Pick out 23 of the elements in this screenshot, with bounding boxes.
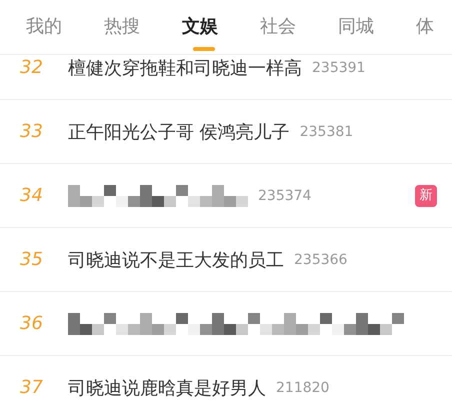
heat-count: 235366 (294, 252, 348, 268)
category-tab[interactable]: 我的 (26, 7, 104, 47)
category-tab[interactable]: 同城 (338, 7, 416, 47)
new-badge: 新 (415, 185, 437, 207)
rank-number: 33 (20, 121, 44, 142)
topic-title[interactable]: 司晓迪说鹿晗真是好男人 (68, 376, 266, 400)
topic-title[interactable]: 司晓迪说不是王大发的员工 (68, 248, 284, 272)
rank-number: 34 (20, 185, 44, 206)
category-tab[interactable]: 社会 (260, 7, 338, 47)
rank-number: 35 (20, 249, 44, 270)
category-tab[interactable]: 热搜 (104, 7, 182, 47)
rank-number: 36 (20, 313, 44, 334)
heat-count: 235391 (312, 60, 366, 76)
heat-count: 235381 (300, 124, 354, 140)
rank-number: 37 (20, 377, 44, 398)
rank-number: 32 (20, 57, 44, 78)
topic-title[interactable]: 檀健次穿拖鞋和司晓迪一样高 (68, 56, 302, 80)
category-tab[interactable]: 体 (416, 7, 452, 47)
active-tab-indicator (193, 47, 215, 51)
heat-count: 235374 (258, 188, 312, 204)
topic-title[interactable]: 正午阳光公子哥 侯鸿亮儿子 (68, 120, 290, 144)
heat-count: 211820 (276, 380, 330, 396)
category-tab[interactable]: 文娱 (182, 7, 260, 47)
